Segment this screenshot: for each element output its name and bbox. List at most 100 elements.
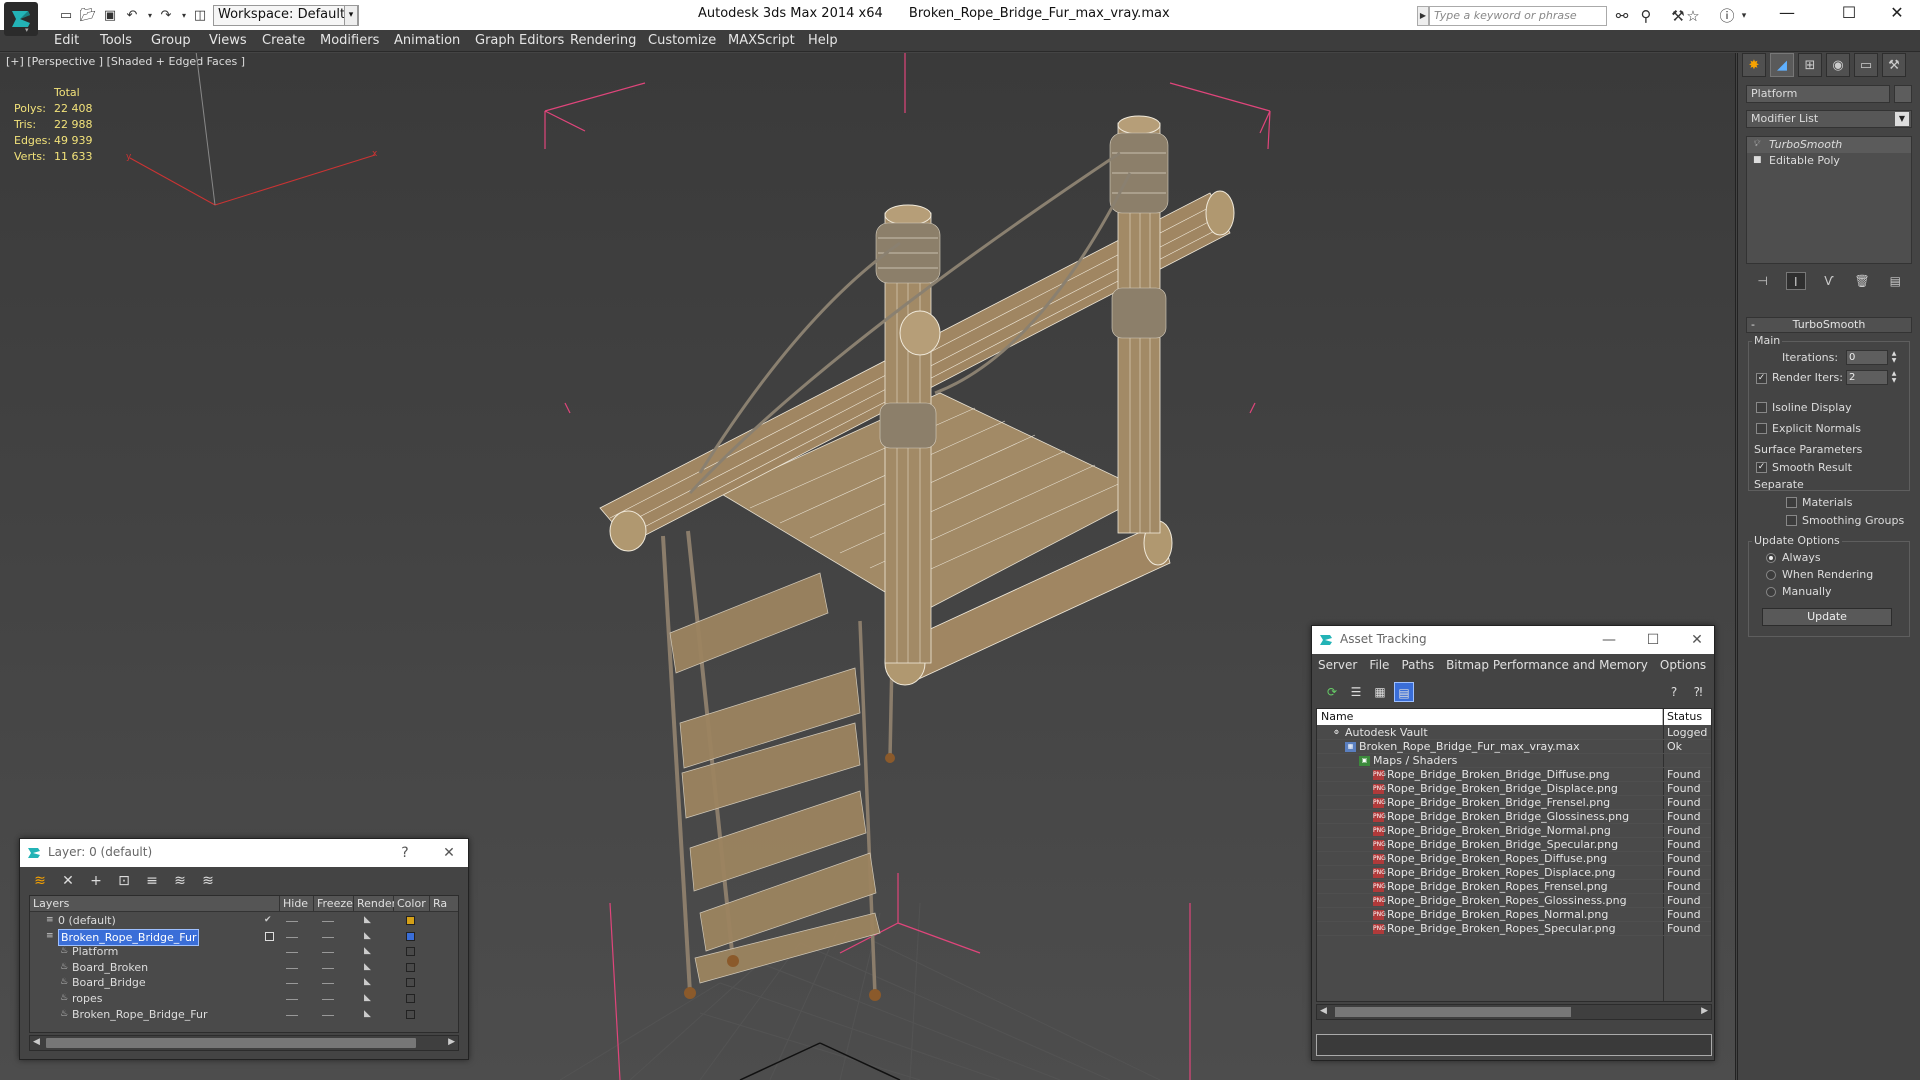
render-iters-checkbox[interactable]: ✓	[1756, 373, 1767, 384]
list-view-icon[interactable]: ☰	[1346, 682, 1366, 702]
favorites-star-icon[interactable]: ☆	[1683, 6, 1703, 26]
manually-radio[interactable]	[1766, 587, 1776, 597]
asset-name[interactable]: Rope_Bridge_Broken_Ropes_Frensel.png	[1387, 880, 1608, 894]
hide-toggle[interactable]	[286, 983, 298, 985]
menu-rendering[interactable]: Rendering	[570, 33, 636, 48]
new-file-icon[interactable]: ▭	[56, 5, 76, 25]
redo-icon[interactable]: ↷	[156, 5, 176, 25]
render-teapot-icon[interactable]: ◣	[364, 975, 371, 990]
column-header[interactable]: Render	[354, 896, 396, 912]
menu-customize[interactable]: Customize	[648, 33, 716, 48]
save-icon[interactable]: ▣	[100, 5, 120, 25]
asset-row[interactable]: PNG Rope_Bridge_Broken_Ropes_Diffuse.png F…	[1317, 852, 1711, 866]
asset-row[interactable]: ▣ Maps / Shaders	[1317, 754, 1711, 768]
layer-name[interactable]: Platform	[72, 944, 118, 959]
hide-all-icon[interactable]: ≋	[168, 870, 192, 892]
render-teapot-icon[interactable]: ◣	[364, 913, 371, 928]
layer-row[interactable]: ♨ Board_Broken ◣	[30, 960, 458, 975]
minimize-icon[interactable]: —	[1598, 629, 1620, 651]
render-teapot-icon[interactable]: ◣	[364, 929, 371, 944]
scrollbar-thumb[interactable]	[1335, 1007, 1571, 1017]
expand-icon[interactable]: ■	[1753, 155, 1763, 165]
subscription-icon[interactable]: ⚲	[1636, 6, 1656, 26]
pin-stack-icon[interactable]: ⊣	[1753, 272, 1773, 290]
configure-modifier-sets-icon[interactable]: ▤	[1885, 272, 1905, 290]
when-rendering-radio[interactable]	[1766, 570, 1776, 580]
stack-item-editable-poly[interactable]: ■ Editable Poly	[1747, 153, 1911, 169]
layer-dialog-titlebar[interactable]: Layer: 0 (default) ? ✕	[20, 839, 468, 867]
asset-name[interactable]: Broken_Rope_Bridge_Fur_max_vray.max	[1359, 740, 1580, 754]
update-button[interactable]: Update	[1762, 608, 1892, 626]
help-icon[interactable]: ?	[1664, 682, 1684, 702]
asset-row[interactable]: PNG Rope_Bridge_Broken_Bridge_Specular.pn…	[1317, 838, 1711, 852]
select-objects-icon[interactable]: ⊡	[112, 870, 136, 892]
menu-edit[interactable]: Edit	[54, 33, 79, 48]
freeze-toggle[interactable]	[322, 936, 334, 938]
freeze-toggle[interactable]	[322, 921, 334, 922]
modifier-list-dropdown[interactable]: Modifier List ▼	[1746, 110, 1912, 128]
motion-tab-icon[interactable]: ◉	[1826, 53, 1850, 77]
layer-color-swatch[interactable]	[406, 978, 415, 988]
layer-horizontal-scrollbar[interactable]: ◀ ▶	[29, 1035, 459, 1051]
add-to-layer-icon[interactable]: +	[84, 870, 108, 892]
asset-name[interactable]: Rope_Bridge_Broken_Bridge_Diffuse.png	[1387, 768, 1610, 782]
explicit-normals-checkbox[interactable]	[1756, 423, 1767, 434]
current-layer-box[interactable]	[265, 931, 274, 941]
iterations-spinner-arrows[interactable]: ▲ ▼	[1890, 350, 1898, 365]
asset-name[interactable]: Rope_Bridge_Broken_Bridge_Specular.png	[1387, 838, 1618, 852]
layer-row[interactable]: ♨ ropes ◣	[30, 991, 458, 1006]
render-teapot-icon[interactable]: ◣	[364, 1007, 371, 1022]
menu-animation[interactable]: Animation	[394, 33, 460, 48]
display-tab-icon[interactable]: ▭	[1854, 53, 1878, 77]
asset-row[interactable]: PNG Rope_Bridge_Broken_Bridge_Diffuse.png…	[1317, 768, 1711, 782]
materials-checkbox[interactable]	[1786, 497, 1797, 508]
smooth-result-checkbox[interactable]: ✓	[1756, 462, 1767, 473]
column-header[interactable]: Hide	[280, 896, 314, 912]
menu-modifiers[interactable]: Modifiers	[320, 33, 379, 48]
refresh-icon[interactable]: ⟳	[1322, 682, 1342, 702]
asset-row[interactable]: PNG Rope_Bridge_Broken_Bridge_Glossiness.…	[1317, 810, 1711, 824]
asset-horizontal-scrollbar[interactable]: ◀ ▶	[1316, 1004, 1712, 1020]
asset-dialog-titlebar[interactable]: Asset Tracking — ☐ ✕	[1312, 626, 1714, 654]
asset-row[interactable]: ⚙ Autodesk Vault Logged	[1317, 726, 1711, 740]
menu-create[interactable]: Create	[262, 33, 305, 48]
delete-layer-icon[interactable]: ✕	[56, 870, 80, 892]
asset-name[interactable]: Rope_Bridge_Broken_Ropes_Displace.png	[1387, 866, 1615, 880]
column-header[interactable]: Color	[394, 896, 430, 912]
minimize-button[interactable]: —	[1764, 0, 1810, 28]
asset-row[interactable]: PNG Rope_Bridge_Broken_Ropes_Displace.png…	[1317, 866, 1711, 880]
highlight-layer-icon[interactable]: ≡	[140, 870, 164, 892]
menu-group[interactable]: Group	[151, 33, 191, 48]
hide-toggle[interactable]	[286, 967, 298, 969]
help-icon[interactable]: ?	[394, 842, 416, 864]
layer-name[interactable]: 0 (default)	[58, 913, 116, 928]
render-iters-spinner-arrows[interactable]: ▲ ▼	[1890, 370, 1898, 385]
layer-name[interactable]: Broken_Rope_Bridge_Fur	[58, 928, 200, 946]
hide-toggle[interactable]	[286, 1014, 298, 1016]
layer-row[interactable]: ♨ Platform ◣	[30, 944, 458, 959]
menu-views[interactable]: Views	[209, 33, 247, 48]
iterations-spinner[interactable]: 0	[1846, 350, 1888, 365]
render-teapot-icon[interactable]: ◣	[364, 991, 371, 1006]
menu-server[interactable]: Server	[1318, 658, 1357, 676]
isoline-display-checkbox[interactable]	[1756, 402, 1767, 413]
hide-toggle[interactable]	[286, 921, 298, 922]
layer-color-swatch[interactable]	[406, 962, 415, 972]
asset-row[interactable]: ▦ Broken_Rope_Bridge_Fur_max_vray.max Ok	[1317, 740, 1711, 754]
asset-path-field[interactable]	[1316, 1034, 1712, 1056]
close-button[interactable]: ✕	[1874, 0, 1920, 28]
create-layer-icon[interactable]: ≋	[28, 870, 52, 892]
remove-modifier-icon[interactable]: 🗑︎	[1852, 272, 1872, 290]
asset-row[interactable]: PNG Rope_Bridge_Broken_Ropes_Normal.png Fo…	[1317, 908, 1711, 922]
render-teapot-icon[interactable]: ◣	[364, 960, 371, 975]
app-logo-icon[interactable]: ▾	[4, 2, 38, 36]
asset-name[interactable]: Rope_Bridge_Broken_Bridge_Displace.png	[1387, 782, 1618, 796]
menu-tools[interactable]: Tools	[100, 33, 132, 48]
smoothing-groups-checkbox[interactable]	[1786, 515, 1797, 526]
modify-tab-icon[interactable]: ◢	[1770, 53, 1794, 77]
layer-color-swatch[interactable]	[406, 947, 415, 957]
layer-color-swatch[interactable]	[406, 1009, 415, 1019]
always-radio[interactable]	[1766, 553, 1776, 563]
freeze-toggle[interactable]	[322, 999, 334, 1000]
scrollbar-thumb[interactable]	[46, 1038, 416, 1048]
